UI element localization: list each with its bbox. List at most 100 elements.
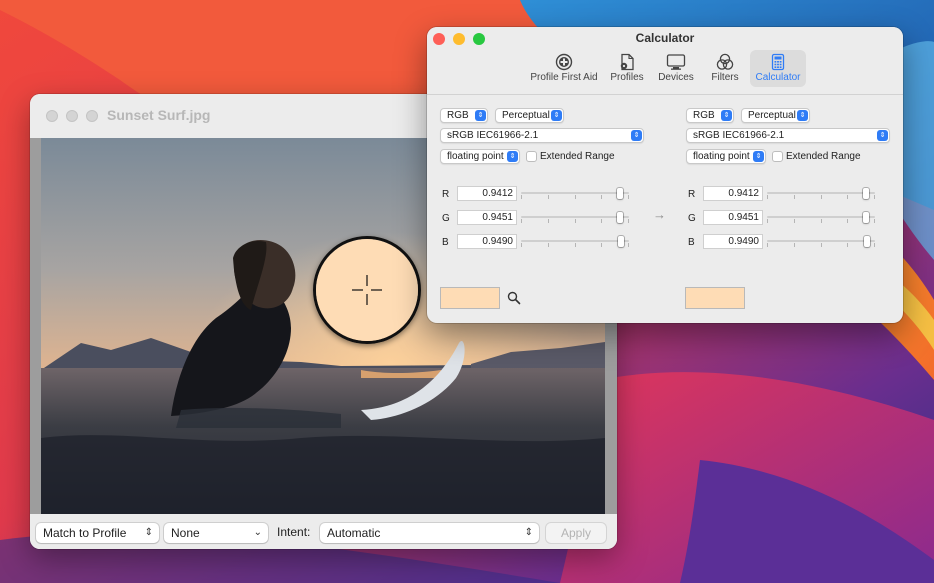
slider-tick [821,219,822,223]
destination-color-model-popup[interactable]: RGB ⇕ [686,108,734,123]
source-intent-popup[interactable]: Perceptual ⇕ [495,108,564,123]
image-window-bottom-bar: Match to Profile ⇕ None ⌄ Intent: Automa… [30,514,617,549]
popup-value: floating point [693,151,750,162]
slider-tick [548,243,549,247]
destination-intent-popup[interactable]: Perceptual ⇕ [741,108,810,123]
source-format-popup[interactable]: floating point ⇕ [440,149,520,164]
channel-slider[interactable] [521,212,629,227]
up-down-chevron-icon: ⇕ [631,130,642,141]
conversion-arrow-icon: → [653,207,666,222]
channel-value-field[interactable]: 0.9412 [703,186,763,201]
slider-knob[interactable] [863,212,869,223]
crosshair-icon [316,239,418,341]
slider-tick [874,243,875,247]
chevron-down-icon: ⌄ [253,527,262,538]
channel-slider[interactable] [521,188,629,203]
channel-slider[interactable] [767,236,875,251]
slider-tick [794,219,795,223]
slider-tick [601,243,602,247]
channel-slider[interactable] [767,212,875,227]
slider-tick [847,219,848,223]
slider-track [521,240,629,242]
channel-value-field[interactable]: 0.9412 [457,186,517,201]
match-to-profile-label: Match to Profile [43,526,127,540]
slider-tick [794,195,795,199]
channel-label: G [442,213,450,224]
apply-button[interactable]: Apply [546,523,606,543]
up-down-chevron-icon: ⇕ [753,151,764,162]
destination-profile-popup[interactable]: sRGB IEC61966-2.1 ⇕ [686,128,890,143]
destination-extended-range-label: Extended Range [786,151,861,162]
up-down-chevron-icon: ⇕ [144,527,153,538]
slider-track [767,192,875,194]
slider-tick [847,243,848,247]
close-button[interactable] [46,110,58,122]
source-color-swatch[interactable] [440,287,500,309]
tab-profile-first-aid[interactable]: Profile First Aid [526,50,602,87]
up-down-chevron-icon: ⇕ [475,110,486,121]
up-down-chevron-icon: ⇕ [551,110,562,121]
source-profile-popup[interactable]: sRGB IEC61966-2.1 ⇕ [440,128,644,143]
channel-value-field[interactable]: 0.9451 [703,210,763,225]
slider-tick [601,219,602,223]
popup-value: floating point [447,151,504,162]
zoom-button[interactable] [86,110,98,122]
popup-value: RGB [693,110,715,121]
slider-track [521,216,629,218]
channel-label: B [442,237,449,248]
window-controls [46,110,98,122]
magnifier-icon[interactable] [507,291,521,305]
source-extended-range-checkbox[interactable] [526,151,537,162]
tab-filters[interactable]: Filters [705,50,745,87]
intent-popup-label: Automatic [327,526,381,540]
minimize-button[interactable] [66,110,78,122]
slider-tick [874,219,875,223]
tab-devices[interactable]: Devices [653,50,699,87]
channel-label: R [442,189,450,200]
tab-label: Filters [711,72,739,83]
slider-knob[interactable] [618,236,624,247]
source-extended-range-label: Extended Range [540,151,615,162]
channel-value-field[interactable]: 0.9490 [703,234,763,249]
slider-tick [874,195,875,199]
calculator-window: Calculator Profile First Aid Profiles De… [427,27,903,323]
popup-value: RGB [447,110,469,121]
slider-tick [575,219,576,223]
slider-knob[interactable] [863,188,869,199]
destination-extended-range-checkbox[interactable] [772,151,783,162]
tab-label: Profile First Aid [530,72,598,83]
popup-value: Perceptual [748,110,796,121]
slider-knob[interactable] [864,236,870,247]
profile-popup-label: None [171,526,200,540]
channel-label: R [688,189,696,200]
channel-value-field[interactable]: 0.9490 [457,234,517,249]
display-icon [666,54,686,70]
tab-calculator[interactable]: Calculator [750,50,806,87]
up-down-chevron-icon: ⇕ [524,527,533,538]
channel-slider[interactable] [767,188,875,203]
popup-value: sRGB IEC61966-2.1 [693,130,785,141]
color-picker-magnifier[interactable] [313,236,421,344]
destination-format-popup[interactable]: floating point ⇕ [686,149,766,164]
slider-tick [521,219,522,223]
document-gear-icon [620,53,634,71]
channel-slider[interactable] [521,236,629,251]
source-color-model-popup[interactable]: RGB ⇕ [440,108,488,123]
popup-value: sRGB IEC61966-2.1 [447,130,539,141]
slider-track [767,240,875,242]
channel-value-field[interactable]: 0.9451 [457,210,517,225]
up-down-chevron-icon: ⇕ [507,151,518,162]
profile-popup[interactable]: None ⌄ [164,523,268,543]
popup-value: Perceptual [502,110,550,121]
match-to-profile-popup[interactable]: Match to Profile ⇕ [36,523,159,543]
tab-profiles[interactable]: Profiles [607,50,647,87]
channel-label: G [688,213,696,224]
slider-tick [821,195,822,199]
channel-label: B [688,237,695,248]
slider-knob[interactable] [617,212,623,223]
intent-popup[interactable]: Automatic ⇕ [320,523,539,543]
slider-track [767,216,875,218]
up-down-chevron-icon: ⇕ [721,110,732,121]
slider-tick [821,243,822,247]
slider-knob[interactable] [617,188,623,199]
